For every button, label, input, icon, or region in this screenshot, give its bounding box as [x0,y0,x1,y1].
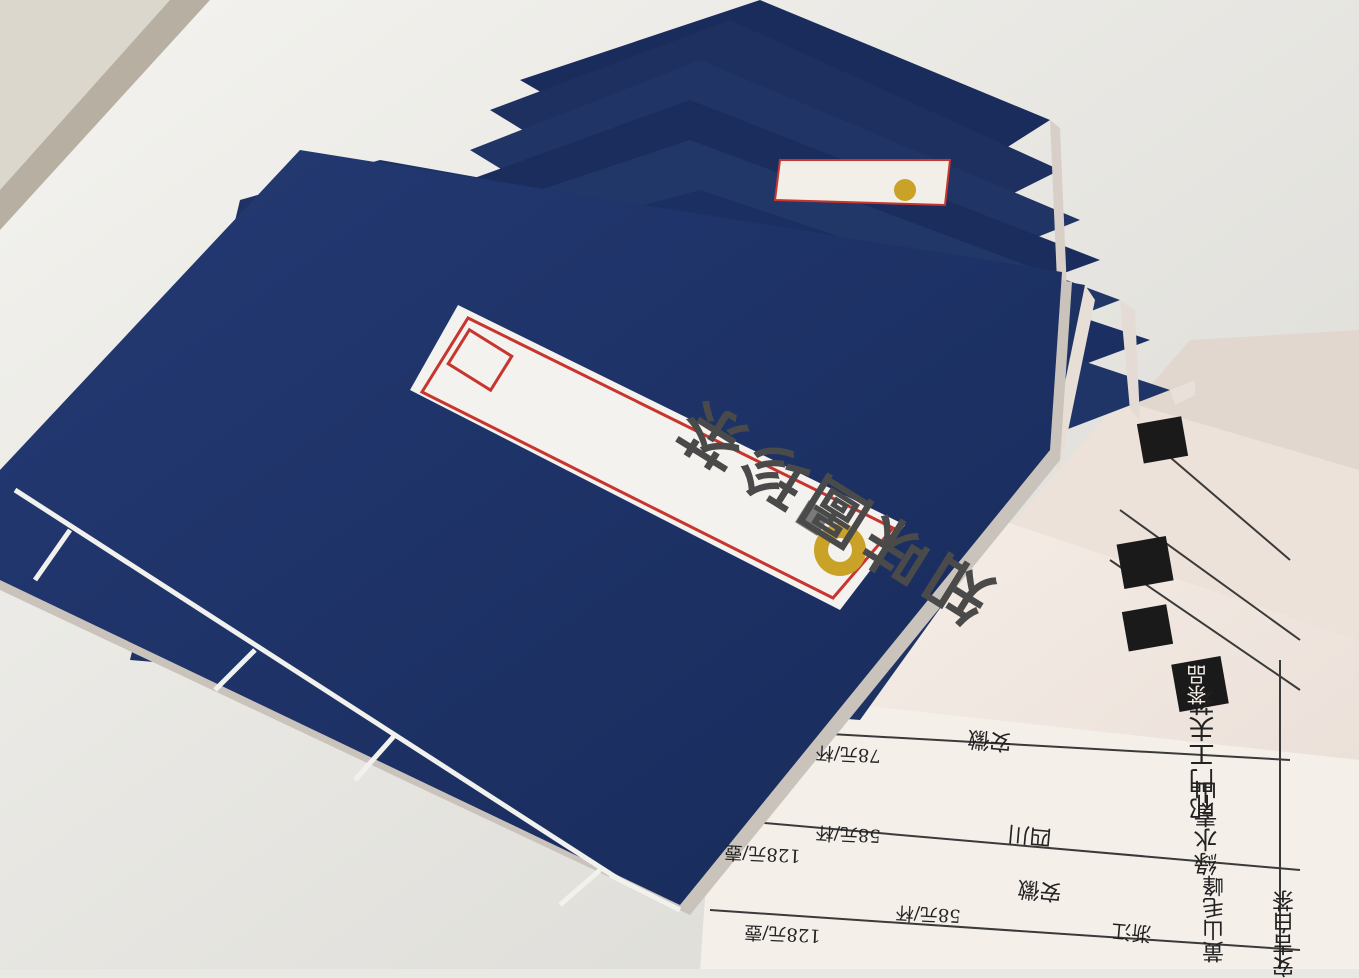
photo-scene [0,0,1359,969]
